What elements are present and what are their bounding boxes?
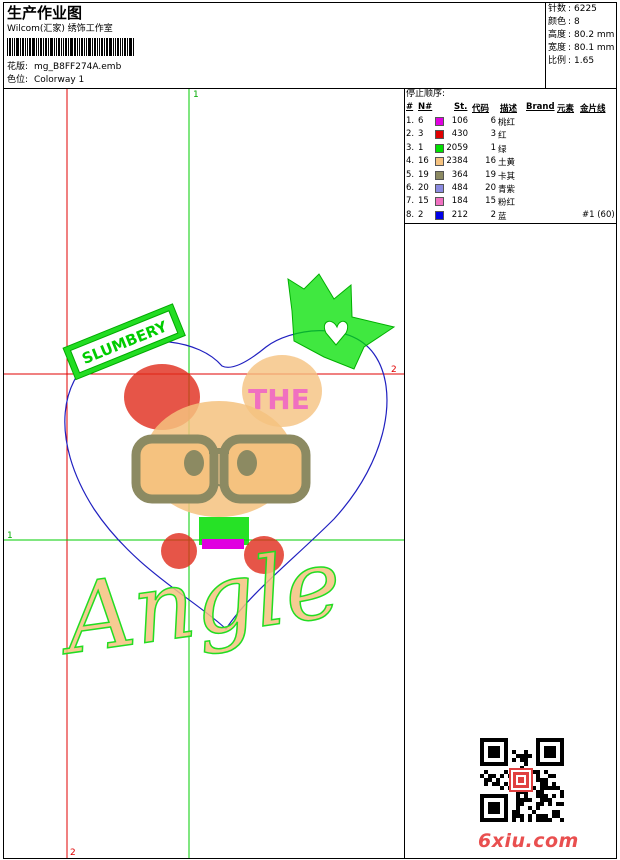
stitch-count: 184 <box>451 196 468 207</box>
color-code: 19 <box>485 169 496 180</box>
color-description: 粉红 <box>498 198 516 209</box>
column-header: 金片线 <box>580 104 606 114</box>
color-swatch <box>435 197 444 207</box>
table-row: 1. 6 106 6 桃红 <box>406 115 616 128</box>
column-header: 元素 <box>557 104 575 114</box>
guide-label-h-red: 2 <box>391 365 397 375</box>
color-swatch <box>435 210 444 220</box>
color-swatch <box>435 170 444 180</box>
color-description: 青紫 <box>498 185 516 195</box>
guide-label-v-green: 1 <box>193 90 199 100</box>
needle-number: 1 <box>418 142 424 153</box>
stitch-count: 212 <box>451 209 468 220</box>
color-description: 卡其 <box>498 171 516 182</box>
stitch-count: 106 <box>451 116 468 126</box>
row-index: 1. <box>406 116 415 126</box>
table-row: 2. 3 430 3 红 <box>406 128 616 141</box>
color-description: 红 <box>498 131 507 142</box>
stitch-count: 2059 <box>446 142 468 153</box>
row-index: 8. <box>406 209 415 220</box>
table-row: 3. 1 2059 1 绿 <box>406 142 616 155</box>
guide-label-v-red: 2 <box>70 848 76 858</box>
needle-number: 15 <box>418 196 429 207</box>
needle-number: 16 <box>418 156 429 167</box>
color-swatch <box>435 130 444 140</box>
column-header: # <box>406 102 414 112</box>
table-row: 7. 15 184 15 粉红 <box>406 195 616 208</box>
color-swatch <box>435 143 444 153</box>
color-swatch <box>435 157 444 167</box>
color-code: 2 <box>490 209 496 220</box>
color-code: 20 <box>485 183 496 193</box>
glasses-right-lens <box>219 434 311 504</box>
row-index: 6. <box>406 183 415 193</box>
needle-number: 3 <box>418 129 424 140</box>
stop-sequence-title: 停止顺序: <box>406 89 446 99</box>
needle-number: 19 <box>418 169 429 180</box>
color-code: 3 <box>490 129 496 140</box>
row-index: 3. <box>406 142 415 153</box>
needle-number: 20 <box>418 183 429 193</box>
needle-number: 6 <box>418 116 424 126</box>
row-index: 4. <box>406 156 415 167</box>
color-code: 15 <box>485 196 496 207</box>
embroidery-canvas: SLUMBERY THE Angle 1 2 1 2 <box>4 89 404 858</box>
color-code: 16 <box>485 156 496 167</box>
row-extra: #1 (60) <box>582 209 615 220</box>
color-description: 土黄 <box>498 158 516 169</box>
table-row: 6. 20 484 20 青紫 <box>406 182 616 195</box>
seal-stamp <box>509 768 533 792</box>
column-header: St. <box>454 102 468 112</box>
guide-label-h-green: 1 <box>7 531 13 541</box>
row-index: 5. <box>406 169 415 180</box>
stitch-count: 364 <box>451 169 468 180</box>
table-row: 5. 19 364 19 卡其 <box>406 169 616 182</box>
table-row: 8. 2 212 2 蓝 #1 (60) <box>406 209 616 222</box>
color-description: 桃红 <box>498 118 516 128</box>
needle-number: 2 <box>418 209 424 220</box>
color-code: 6 <box>490 116 496 126</box>
color-swatch <box>435 184 444 193</box>
watermark-site: 6xiu.com <box>478 830 579 852</box>
row-index: 7. <box>406 196 415 207</box>
stitch-count: 484 <box>451 183 468 193</box>
color-description: 绿 <box>498 144 507 155</box>
column-header: 描述 <box>500 104 518 114</box>
right-eye <box>237 450 257 476</box>
column-header: Brand <box>526 102 555 112</box>
column-header: 代码 <box>472 104 490 114</box>
left-eye <box>184 450 204 476</box>
color-swatch <box>435 117 444 126</box>
color-description: 蓝 <box>498 211 507 222</box>
color-code: 1 <box>490 142 496 153</box>
table-row: 4. 16 2384 16 土黄 <box>406 155 616 168</box>
stitch-count: 430 <box>451 129 468 140</box>
column-header: N# <box>418 102 433 112</box>
row-index: 2. <box>406 129 415 140</box>
stitch-count: 2384 <box>446 156 468 167</box>
angle-script-text: Angle <box>50 528 348 677</box>
